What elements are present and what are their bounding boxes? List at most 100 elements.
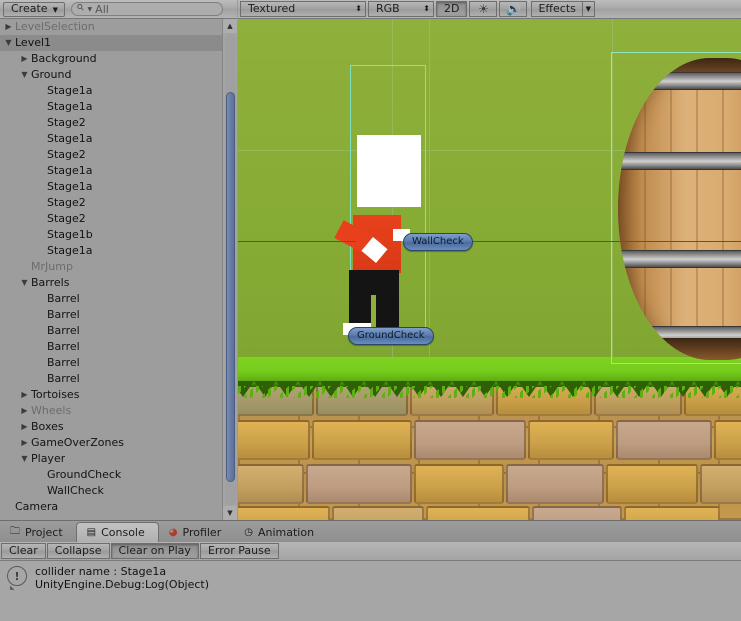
hierarchy-item-barrel[interactable]: ▶Barrel — [0, 371, 222, 387]
tree-spacer: ▶ — [35, 323, 46, 339]
hierarchy-item-stage1a[interactable]: ▶Stage1a — [0, 243, 222, 259]
hierarchy-scrollbar[interactable]: ▲ ▼ — [222, 19, 237, 520]
draw-mode-dropdown[interactable]: Textured ⬍ — [240, 1, 366, 17]
tree-spacer: ▶ — [35, 483, 46, 499]
unity-editor-window: Create ▼ ⚲ ▼ All ▶ LevelSelection ▼ Level1 ▶… — [0, 0, 741, 621]
chevron-right-icon[interactable]: ▶ — [19, 387, 30, 403]
hierarchy-item-label: Stage1a — [47, 180, 93, 193]
hierarchy-item-stage1a[interactable]: ▶Stage1a — [0, 179, 222, 195]
chevron-down-icon[interactable]: ▼ — [3, 35, 14, 51]
gizmo-label-wallcheck[interactable]: WallCheck — [403, 233, 473, 251]
hierarchy-item-stage2[interactable]: ▶Stage2 — [0, 195, 222, 211]
console-log-line-2: UnityEngine.Debug:Log(Object) — [35, 578, 210, 591]
tree-spacer: ▶ — [35, 195, 46, 211]
tab-profiler[interactable]: ◕ Profiler — [159, 522, 234, 542]
scrollbar-track[interactable] — [225, 34, 236, 505]
console-clear-button[interactable]: Clear — [1, 543, 46, 559]
tab-animation[interactable]: ◷ Animation — [234, 522, 327, 542]
scrollbar-thumb[interactable] — [226, 92, 235, 482]
color-mode-dropdown[interactable]: RGB ⬍ — [368, 1, 434, 17]
hierarchy-item-gameoverzones[interactable]: ▶ GameOverZones — [0, 435, 222, 451]
effects-label[interactable]: Effects — [531, 1, 582, 17]
hierarchy-search-input[interactable]: ⚲ ▼ All — [70, 2, 223, 16]
scene-effects-dropdown[interactable]: Effects ▼ — [531, 1, 595, 17]
hierarchy-item-tortoises[interactable]: ▶ Tortoises — [0, 387, 222, 403]
color-mode-label: RGB — [376, 2, 400, 15]
console-log-list[interactable]: ! collider name : Stage1a UnityEngine.De… — [0, 561, 741, 621]
hierarchy-item-mrjump[interactable]: ▶MrJump — [0, 259, 222, 275]
scrollbar-down-arrow[interactable]: ▼ — [223, 506, 237, 520]
hierarchy-item-barrel[interactable]: ▶Barrel — [0, 355, 222, 371]
hierarchy-item-label: Stage1a — [47, 100, 93, 113]
hierarchy-item-groundcheck[interactable]: ▶GroundCheck — [0, 467, 222, 483]
hierarchy-item-stage2[interactable]: ▶Stage2 — [0, 211, 222, 227]
hierarchy-item-stage1a[interactable]: ▶Stage1a — [0, 163, 222, 179]
hierarchy-item-stage1b[interactable]: ▶Stage1b — [0, 227, 222, 243]
search-filter-chevron-icon: ▼ — [87, 5, 93, 13]
hierarchy-item-label: Barrel — [47, 356, 80, 369]
hierarchy-item-label: Barrel — [47, 324, 80, 337]
hierarchy-item-label: WallCheck — [47, 484, 104, 497]
hierarchy-item-stage2[interactable]: ▶Stage2 — [0, 147, 222, 163]
hierarchy-item-boxes[interactable]: ▶ Boxes — [0, 419, 222, 435]
hierarchy-item-stage1a[interactable]: ▶Stage1a — [0, 99, 222, 115]
hierarchy-item-label: MrJump — [31, 260, 73, 273]
hierarchy-item-camera[interactable]: ▶Camera — [0, 499, 222, 515]
tab-project[interactable]: 🗀 Project — [0, 522, 76, 542]
hierarchy-item-stage2[interactable]: ▶Stage2 — [0, 115, 222, 131]
hierarchy-item-player[interactable]: ▼ Player — [0, 451, 222, 467]
console-clear-on-play-button[interactable]: Clear on Play — [110, 543, 199, 559]
updown-chevron-icon: ⬍ — [423, 4, 430, 13]
tab-label: Project — [25, 525, 63, 539]
hierarchy-item-wallcheck[interactable]: ▶WallCheck — [0, 483, 222, 499]
hierarchy-item-label: Barrel — [47, 340, 80, 353]
chevron-right-icon[interactable]: ▶ — [19, 51, 30, 67]
hierarchy-item-level1[interactable]: ▼ Level1 — [0, 35, 222, 51]
tab-console[interactable]: ▤ Console — [75, 522, 159, 542]
hierarchy-item-stage1a[interactable]: ▶Stage1a — [0, 131, 222, 147]
profiler-icon: ◕ — [168, 526, 178, 538]
hierarchy-item-label: Stage1a — [47, 164, 93, 177]
bottom-dock: 🗀 Project ▤ Console ◕ Profiler ◷ Animation Clea… — [0, 520, 741, 621]
hierarchy-item-label: Stage1a — [47, 244, 93, 257]
scene-lighting-toggle[interactable]: ☀ — [469, 1, 498, 17]
hierarchy-item-levelselection[interactable]: ▶ LevelSelection — [0, 19, 222, 35]
hierarchy-item-label: Tortoises — [31, 388, 80, 401]
gizmo-label-groundcheck[interactable]: GroundCheck — [348, 327, 434, 345]
hierarchy-item-label: Stage2 — [47, 196, 86, 209]
hierarchy-item-stage1a[interactable]: ▶Stage1a — [0, 83, 222, 99]
hierarchy-item-barrel[interactable]: ▶Barrel — [0, 339, 222, 355]
toggle-2d-button[interactable]: 2D — [436, 1, 468, 17]
hierarchy-tree[interactable]: ▶ LevelSelection ▼ Level1 ▶ Background ▼ Ground… — [0, 19, 222, 520]
hierarchy-item-barrels[interactable]: ▼ Barrels — [0, 275, 222, 291]
chevron-right-icon[interactable]: ▶ — [19, 419, 30, 435]
bottom-tab-bar: 🗀 Project ▤ Console ◕ Profiler ◷ Animation — [0, 521, 741, 542]
console-error-pause-button[interactable]: Error Pause — [199, 543, 279, 559]
chevron-right-icon[interactable]: ▶ — [19, 435, 30, 451]
hierarchy-item-label: Stage2 — [47, 116, 86, 129]
chevron-down-icon: ▼ — [52, 5, 58, 14]
scene-audio-toggle[interactable]: 🔊 — [499, 1, 528, 17]
hierarchy-item-barrel[interactable]: ▶Barrel — [0, 307, 222, 323]
hierarchy-item-barrel[interactable]: ▶Barrel — [0, 323, 222, 339]
scene-canvas[interactable]: WallCheck GroundCheck — [238, 19, 741, 520]
chevron-down-icon[interactable]: ▼ — [19, 275, 30, 291]
tree-spacer: ▶ — [35, 147, 46, 163]
hierarchy-item-ground[interactable]: ▼ Ground — [0, 67, 222, 83]
hierarchy-item-background[interactable]: ▶ Background — [0, 51, 222, 67]
chevron-right-icon[interactable]: ▶ — [3, 19, 14, 35]
console-collapse-button[interactable]: Collapse — [46, 543, 110, 559]
chevron-down-icon[interactable]: ▼ — [19, 67, 30, 83]
create-button[interactable]: Create ▼ — [3, 1, 65, 17]
tree-spacer: ▶ — [35, 243, 46, 259]
chevron-right-icon[interactable]: ▶ — [19, 403, 30, 419]
hierarchy-item-label: Stage1b — [47, 228, 93, 241]
console-log-line-1: collider name : Stage1a — [35, 565, 167, 578]
hierarchy-item-wheels[interactable]: ▶ Wheels — [0, 403, 222, 419]
chevron-down-icon[interactable]: ▼ — [581, 1, 595, 17]
chevron-down-icon[interactable]: ▼ — [19, 451, 30, 467]
console-log-row[interactable]: ! collider name : Stage1a UnityEngine.De… — [0, 561, 741, 591]
hierarchy-item-barrel[interactable]: ▶Barrel — [0, 291, 222, 307]
scrollbar-up-arrow[interactable]: ▲ — [223, 19, 237, 33]
tree-spacer: ▶ — [19, 259, 30, 275]
